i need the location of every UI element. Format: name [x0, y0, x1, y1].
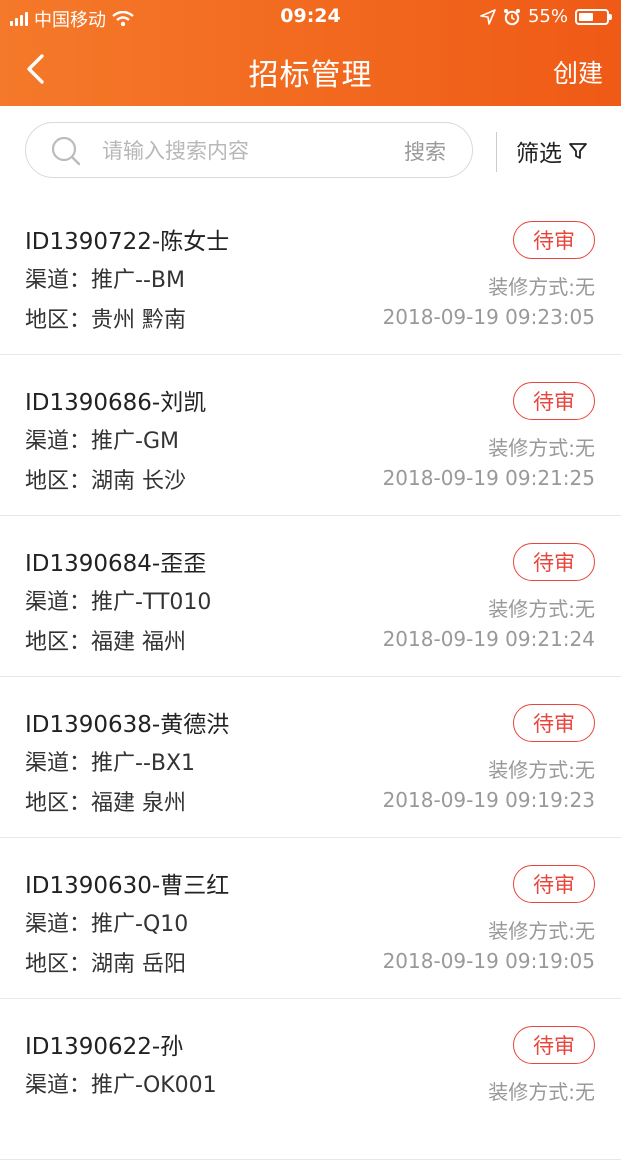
list-item[interactable]: ID1390630-曹三红 渠道：推广-Q10 地区：湖南 岳阳 待审装修方式:无 20…	[0, 838, 621, 999]
list-item[interactable]: ID1390684-歪歪 渠道：推广-TT010 地区：福建 福州 待审装修方式:无 2…	[0, 516, 621, 677]
item-timestamp: 2018-09-19 09:21:24	[382, 627, 595, 651]
item-id: ID1390630-曹三红	[25, 873, 230, 899]
item-decoration-method: 装修方式:无	[488, 436, 595, 460]
item-timestamp: 2018-09-19 09:19:23	[382, 788, 595, 812]
status-badge[interactable]: 待审	[513, 221, 595, 259]
list-item[interactable]: ID1390638-黄德洪 渠道：推广--BX1 地区：福建 泉州 待审装修方式:无 2…	[0, 677, 621, 838]
item-channel: 渠道：推广-TT010	[25, 590, 212, 615]
battery-icon	[575, 8, 612, 25]
bid-list: ID1390722-陈女士 渠道：推广--BM 地区：贵州 黔南 待审 装修方式:无 20…	[0, 194, 621, 1160]
search-input[interactable]	[100, 133, 374, 169]
item-decoration-method: 装修方式:无	[488, 758, 595, 782]
status-badge[interactable]: 待审	[513, 704, 595, 742]
status-bar-right: 55%	[480, 6, 612, 27]
search-bar: 搜索 筛选	[0, 106, 621, 195]
item-decoration-method: 装修方式:无	[488, 919, 595, 943]
item-decoration-method: 装修方式:无	[488, 1080, 595, 1104]
item-id: ID1390638-黄德洪	[25, 712, 230, 738]
item-decoration-method: 装修方式:无	[488, 597, 595, 621]
item-timestamp: 2018-09-19 09:23:05	[382, 305, 595, 329]
navigation-bar: 招标管理 创建	[0, 36, 621, 106]
page-title: 招标管理	[248, 58, 373, 93]
item-channel: 渠道：推广-GM	[25, 429, 179, 454]
item-region: 地区：福建 泉州	[25, 791, 186, 816]
item-channel: 渠道：推广-OK001	[25, 1073, 217, 1098]
battery-percentage: 55%	[527, 6, 568, 27]
item-region: 地区：贵州 黔南	[25, 308, 186, 333]
alarm-clock-icon	[503, 8, 520, 25]
search-button[interactable]: 搜索	[404, 136, 446, 166]
search-box[interactable]: 搜索	[25, 122, 473, 178]
item-region: 地区：湖南 长沙	[25, 469, 186, 494]
item-id: ID1390684-歪歪	[25, 551, 207, 577]
item-region: 地区：湖南 岳阳	[25, 952, 186, 977]
create-button[interactable]: 创建	[553, 54, 603, 90]
status-badge[interactable]: 待审	[513, 865, 595, 903]
item-decoration-method: 装修方式:无	[488, 275, 595, 299]
item-id: ID1390722-陈女士	[25, 229, 230, 255]
item-id: ID1390622-孙	[25, 1034, 184, 1060]
item-channel: 渠道：推广-Q10	[25, 912, 189, 937]
item-region: 地区：福建 福州	[25, 630, 186, 655]
location-arrow-icon	[480, 8, 496, 25]
filter-button[interactable]: 筛选	[516, 134, 588, 168]
app-header: 中国移动 09:24 55% 招标管理 创建	[0, 0, 621, 106]
status-bar: 中国移动 09:24 55%	[0, 0, 621, 36]
filter-label: 筛选	[516, 141, 562, 167]
list-item[interactable]: ID1390722-陈女士 渠道：推广--BM 地区：贵州 黔南 待审装修方式:无 20…	[0, 194, 621, 355]
item-timestamp: 2018-09-19 09:21:25	[382, 466, 595, 490]
battery-fill	[579, 12, 593, 21]
status-badge[interactable]: 待审	[513, 382, 595, 420]
status-badge[interactable]: 待审	[513, 1026, 595, 1064]
item-timestamp: 2018-09-19 09:19:05	[382, 949, 595, 973]
list-item[interactable]: ID1390622-孙渠道：推广-OK001 待审装修方式:无	[0, 999, 621, 1160]
list-item[interactable]: ID1390686-刘凯 渠道：推广-GM 地区：湖南 长沙 待审装修方式:无 2018…	[0, 355, 621, 516]
item-channel: 渠道：推广--BM	[25, 268, 185, 293]
status-badge[interactable]: 待审	[513, 543, 595, 581]
search-icon	[51, 136, 81, 166]
item-id: ID1390686-刘凯	[25, 390, 207, 416]
filter-funnel-icon	[569, 143, 587, 159]
search-divider	[496, 132, 497, 172]
item-channel: 渠道：推广--BX1	[25, 751, 196, 776]
